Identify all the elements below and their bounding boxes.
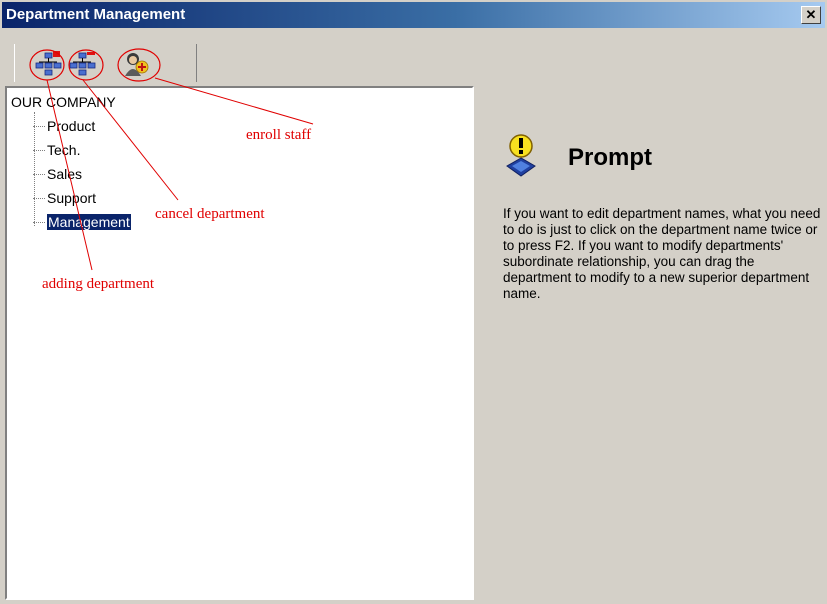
tree-item-label: Product — [47, 118, 96, 134]
tree-item-product[interactable]: Product — [33, 118, 95, 134]
tree-item-label: Sales — [47, 166, 83, 182]
toolbar — [2, 30, 825, 84]
tree-item-support[interactable]: Support — [33, 190, 96, 206]
tree-item-label: Tech. — [47, 142, 81, 158]
tree-item-label: Support — [47, 190, 97, 206]
annotation-cancel-department: cancel department — [155, 206, 265, 222]
close-button[interactable]: ✕ — [801, 6, 821, 24]
tree-item-sales[interactable]: Sales — [33, 166, 82, 182]
org-chart-add-icon — [35, 51, 62, 76]
title-bar: Department Management ✕ — [2, 2, 825, 28]
add-department-button[interactable] — [33, 50, 63, 78]
cancel-department-button[interactable] — [67, 50, 97, 78]
prompt-title: Prompt — [568, 144, 652, 171]
tree-item-management[interactable]: Management — [33, 214, 131, 230]
toolbar-group — [14, 44, 197, 82]
person-add-icon — [125, 53, 149, 76]
lightbulb-info-icon — [506, 134, 536, 177]
close-icon: ✕ — [805, 7, 817, 22]
window-title: Department Management — [6, 6, 186, 23]
tree-item-tech[interactable]: Tech. — [33, 142, 80, 158]
annotation-enroll-staff: enroll staff — [246, 127, 312, 143]
annotation-adding-department: adding department — [42, 276, 155, 292]
prompt-panel: Prompt If you want to edit department na… — [476, 86, 825, 600]
enroll-staff-button[interactable] — [121, 50, 151, 78]
department-tree[interactable]: OUR COMPANY Product Tech. Sales Support … — [5, 86, 474, 600]
tree-item-label: Management — [47, 214, 131, 230]
prompt-body: If you want to edit department names, wh… — [503, 206, 821, 301]
department-management-window: Department Management ✕ OUR COMPANY Prod… — [0, 0, 827, 604]
org-chart-remove-icon — [69, 52, 96, 76]
tree-root[interactable]: OUR COMPANY — [11, 94, 116, 110]
